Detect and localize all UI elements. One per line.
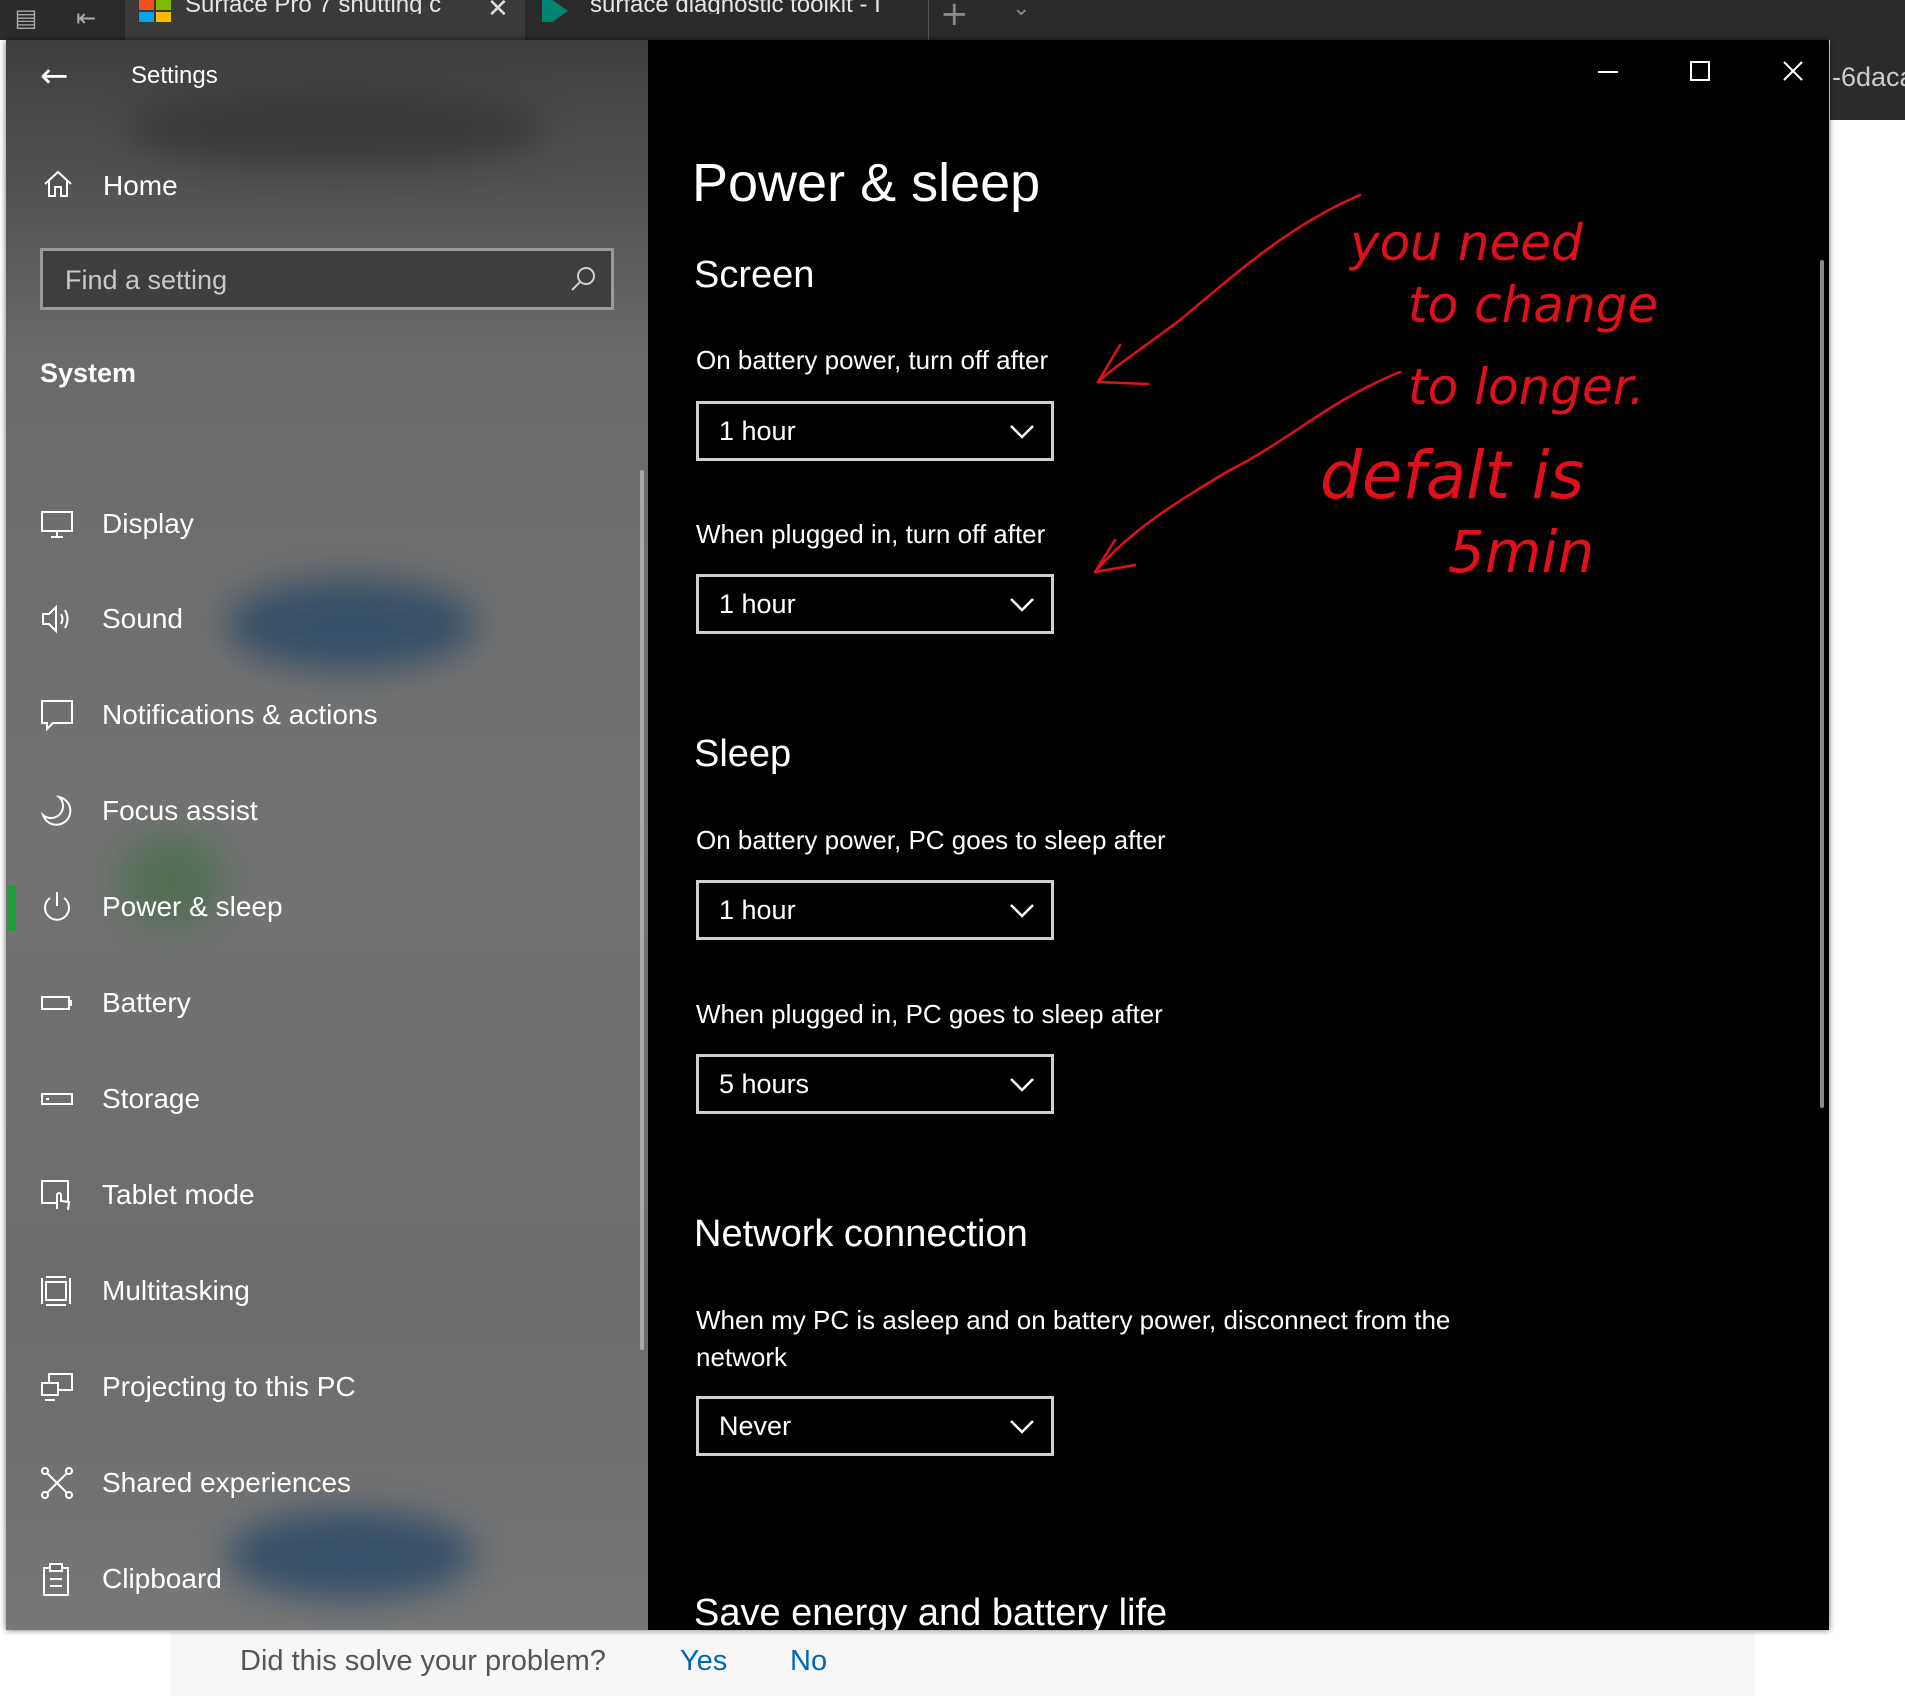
sleep-battery-label: On battery power, PC goes to sleep after bbox=[696, 825, 1166, 855]
sidebar-item-display[interactable]: Display bbox=[6, 490, 646, 560]
sidebar-item-label: Notifications & actions bbox=[102, 699, 378, 730]
section-title-sleep: Sleep bbox=[694, 733, 792, 775]
sidebar-item-label: Power & sleep bbox=[102, 891, 283, 922]
sidebar-item-notifications[interactable]: Notifications & actions bbox=[6, 681, 646, 751]
dropdown-value: 1 hour bbox=[719, 589, 796, 619]
feedback-yes-link[interactable]: Yes bbox=[680, 1645, 727, 1678]
back-arrow-icon[interactable]: ← bbox=[40, 56, 69, 96]
notification-icon bbox=[41, 700, 73, 732]
settings-sidebar: ← Settings Home System Display Sound Not… bbox=[6, 40, 648, 1630]
settings-content: Power & sleep Screen On battery power, t… bbox=[648, 40, 1829, 1630]
section-title-save-energy: Save energy and battery life bbox=[694, 1592, 1168, 1630]
browser-tab-surface-diagnostic[interactable]: surface diagnostic toolkit - I bbox=[528, 0, 929, 40]
clipboard-icon bbox=[43, 1563, 69, 1596]
browser-tab-surface-pro[interactable]: Surface Pro 7 shutting c ✕ bbox=[125, 0, 525, 40]
sidebar-item-power-sleep[interactable]: Power & sleep bbox=[6, 873, 646, 943]
set-aside-tabs-icon[interactable]: ⇤ bbox=[72, 4, 100, 32]
feedback-question: Did this solve your problem? bbox=[240, 1645, 606, 1677]
sidebar-item-storage[interactable]: Storage bbox=[6, 1065, 646, 1135]
sleep-plugged-label: When plugged in, PC goes to sleep after bbox=[696, 999, 1163, 1029]
shared-experiences-icon bbox=[41, 1467, 73, 1499]
maximize-icon[interactable] bbox=[1670, 54, 1730, 94]
sidebar-item-clipboard[interactable]: Clipboard bbox=[6, 1545, 646, 1615]
screen-plugged-label: When plugged in, turn off after bbox=[696, 519, 1046, 549]
tab-title: Surface Pro 7 shutting c bbox=[185, 0, 442, 14]
sidebar-item-label: Battery bbox=[102, 987, 191, 1018]
sidebar-item-label: Shared experiences bbox=[102, 1467, 352, 1498]
tab-actions-icon[interactable]: ▤ bbox=[12, 4, 40, 32]
feedback-no-link[interactable]: No bbox=[790, 1645, 827, 1678]
sidebar-item-tablet-mode[interactable]: Tablet mode bbox=[6, 1161, 646, 1231]
sidebar-item-label: Focus assist bbox=[102, 795, 258, 826]
search-icon[interactable] bbox=[569, 265, 597, 293]
sidebar-item-projecting[interactable]: Projecting to this PC bbox=[6, 1353, 646, 1423]
home-icon bbox=[44, 170, 72, 197]
bing-logo-icon bbox=[542, 0, 568, 22]
network-dropdown[interactable]: Never bbox=[696, 1396, 1054, 1456]
chevron-down-icon bbox=[1010, 425, 1034, 439]
minimize-icon[interactable] bbox=[1578, 54, 1638, 94]
speaker-icon bbox=[42, 604, 69, 634]
multitasking-icon bbox=[41, 1276, 71, 1306]
sidebar-item-multitasking[interactable]: Multitasking bbox=[6, 1257, 646, 1327]
chevron-down-icon[interactable]: ⌄ bbox=[1012, 0, 1030, 21]
dropdown-value: Never bbox=[719, 1411, 792, 1441]
sidebar-item-label: Projecting to this PC bbox=[102, 1371, 356, 1402]
selected-indicator bbox=[8, 885, 16, 931]
sidebar-item-label: Storage bbox=[102, 1083, 201, 1114]
sidebar-item-focus-assist[interactable]: Focus assist bbox=[6, 777, 646, 847]
storage-icon bbox=[41, 1093, 73, 1105]
background-window-text: -6daca bbox=[1832, 62, 1905, 92]
chevron-down-icon bbox=[1010, 904, 1034, 918]
sidebar-item-battery[interactable]: Battery bbox=[6, 969, 646, 1039]
sidebar-scrollbar[interactable] bbox=[640, 470, 644, 1350]
section-title-screen: Screen bbox=[694, 254, 815, 296]
blurred-region bbox=[126, 90, 546, 170]
browser-tab-bar: ▤ ⇤ Surface Pro 7 shutting c ✕ surface d… bbox=[0, 0, 1905, 40]
tablet-mode-icon bbox=[41, 1180, 71, 1211]
page-title: Power & sleep bbox=[692, 153, 1041, 213]
sidebar-item-shared-experiences[interactable]: Shared experiences bbox=[6, 1449, 646, 1519]
screen-battery-dropdown[interactable]: 1 hour bbox=[696, 401, 1054, 461]
sleep-plugged-dropdown[interactable]: 5 hours bbox=[696, 1054, 1054, 1114]
moon-icon bbox=[40, 795, 72, 826]
sidebar-item-label: Multitasking bbox=[102, 1275, 250, 1306]
home-link[interactable]: Home bbox=[103, 170, 178, 202]
screen-battery-label: On battery power, turn off after bbox=[696, 345, 1049, 375]
projecting-icon bbox=[41, 1373, 73, 1401]
sleep-battery-dropdown[interactable]: 1 hour bbox=[696, 880, 1054, 940]
chevron-down-icon bbox=[1010, 1420, 1034, 1434]
sidebar-item-label: Display bbox=[102, 508, 194, 539]
close-tab-icon[interactable]: ✕ bbox=[487, 0, 509, 24]
dropdown-value: 1 hour bbox=[719, 416, 796, 446]
network-label: When my PC is asleep and on battery powe… bbox=[696, 1305, 1451, 1372]
close-icon[interactable] bbox=[1763, 54, 1823, 94]
chevron-down-icon bbox=[1010, 1078, 1034, 1092]
power-icon bbox=[44, 892, 70, 921]
new-tab-icon[interactable]: + bbox=[940, 0, 969, 34]
dropdown-value: 1 hour bbox=[719, 895, 796, 925]
search-input[interactable] bbox=[63, 261, 547, 299]
settings-window: ← Settings Home System Display Sound Not… bbox=[6, 40, 1829, 1630]
screen-plugged-dropdown[interactable]: 1 hour bbox=[696, 574, 1054, 634]
window-title: Settings bbox=[131, 62, 218, 89]
sidebar-item-sound[interactable]: Sound bbox=[6, 585, 646, 655]
dropdown-value: 5 hours bbox=[719, 1069, 810, 1099]
category-heading: System bbox=[40, 358, 137, 388]
sidebar-item-label: Clipboard bbox=[102, 1563, 222, 1594]
section-title-network: Network connection bbox=[694, 1213, 1028, 1255]
chevron-down-icon bbox=[1010, 598, 1034, 612]
sidebar-item-label: Tablet mode bbox=[102, 1179, 255, 1210]
microsoft-logo-icon bbox=[139, 0, 171, 22]
content-scrollbar[interactable] bbox=[1820, 260, 1824, 1108]
battery-icon bbox=[41, 996, 72, 1010]
monitor-icon bbox=[41, 511, 73, 538]
tab-title: surface diagnostic toolkit - I bbox=[590, 0, 881, 14]
sidebar-item-label: Sound bbox=[102, 603, 183, 634]
search-box[interactable] bbox=[40, 248, 614, 310]
